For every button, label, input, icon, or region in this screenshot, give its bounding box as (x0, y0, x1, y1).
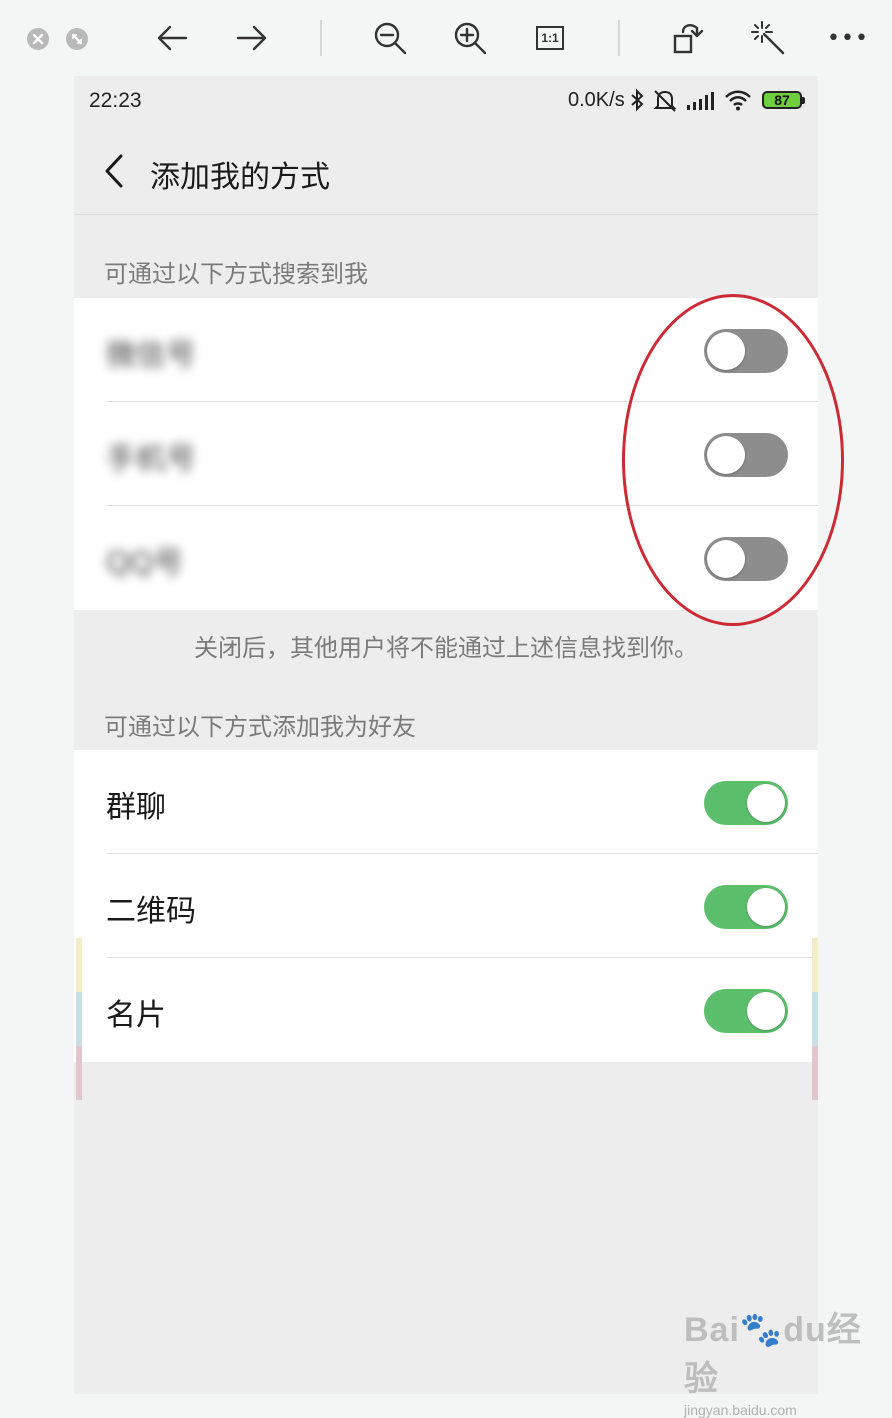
row-label: 微信号 (106, 338, 196, 373)
status-bar: 22:23 0.0K/s 87 (74, 76, 818, 128)
row-label: QQ号 (106, 546, 184, 581)
page-title: 添加我的方式 (150, 160, 330, 195)
list-item-business-card: 名片 (74, 958, 818, 1062)
battery-level: 87 (774, 92, 790, 108)
fullscreen-icon[interactable] (66, 28, 88, 50)
group-chat-toggle[interactable] (704, 781, 788, 825)
wifi-icon (724, 89, 752, 115)
row-label: 二维码 (106, 894, 196, 929)
list-item-qr-code: 二维码 (74, 854, 818, 958)
zoom-out-icon[interactable] (370, 18, 410, 58)
watermark-url: jingyan.baidu.com (684, 1402, 797, 1418)
edge-strip-blue (76, 992, 82, 1046)
search-hint: 关闭后，其他用户将不能通过上述信息找到你。 (194, 634, 698, 662)
mute-bell-icon (652, 88, 678, 118)
watermark-logo: Bai🐾du经验 (684, 1311, 862, 1398)
annotation-ellipse (622, 294, 844, 626)
viewer-toolbar: 1:1 ••• (0, 0, 892, 76)
baidu-watermark: Bai🐾du经验 jingyan.baidu.com (684, 1302, 892, 1418)
rotate-icon[interactable] (668, 18, 708, 58)
magic-wand-icon[interactable] (748, 18, 788, 58)
chevron-left-icon (105, 154, 123, 188)
add-section-label: 可通过以下方式添加我为好友 (104, 713, 416, 741)
search-section-label: 可通过以下方式搜索到我 (104, 260, 368, 288)
toolbar-divider (618, 20, 620, 56)
toolbar-divider (320, 20, 322, 56)
edge-strip-yellow (812, 938, 818, 992)
actual-size-label: 1:1 (536, 26, 564, 50)
back-arrow-icon[interactable] (152, 18, 192, 58)
phone-screen: 22:23 0.0K/s 87 添加我的方式 可通过以下方式搜索到我 微信号 手… (74, 76, 818, 1394)
business-card-toggle[interactable] (704, 989, 788, 1033)
back-button[interactable] (96, 148, 132, 194)
row-label: 手机号 (106, 442, 196, 477)
close-icon[interactable] (27, 28, 49, 50)
nav-bar: 添加我的方式 (74, 128, 818, 215)
add-methods-list: 群聊 二维码 名片 (74, 750, 818, 1062)
signal-icon (686, 92, 714, 114)
qr-code-toggle[interactable] (704, 885, 788, 929)
battery-indicator: 87 (762, 91, 805, 109)
zoom-in-icon[interactable] (450, 18, 490, 58)
edge-strip-pink (76, 1046, 82, 1100)
forward-arrow-icon[interactable] (232, 18, 272, 58)
bluetooth-icon (630, 88, 644, 116)
status-time: 22:23 (89, 89, 142, 112)
network-speed: 0.0K/s (568, 89, 625, 111)
edge-strip-blue (812, 992, 818, 1046)
row-label: 名片 (106, 998, 166, 1033)
list-item-group-chat: 群聊 (74, 750, 818, 854)
row-label: 群聊 (106, 790, 166, 825)
actual-size-icon[interactable]: 1:1 (530, 18, 570, 58)
edge-strip-pink (812, 1046, 818, 1100)
toggle-knob (747, 784, 785, 822)
edge-strip-yellow (76, 938, 82, 992)
more-icon[interactable]: ••• (827, 18, 868, 58)
toggle-knob (747, 888, 785, 926)
toggle-knob (747, 992, 785, 1030)
